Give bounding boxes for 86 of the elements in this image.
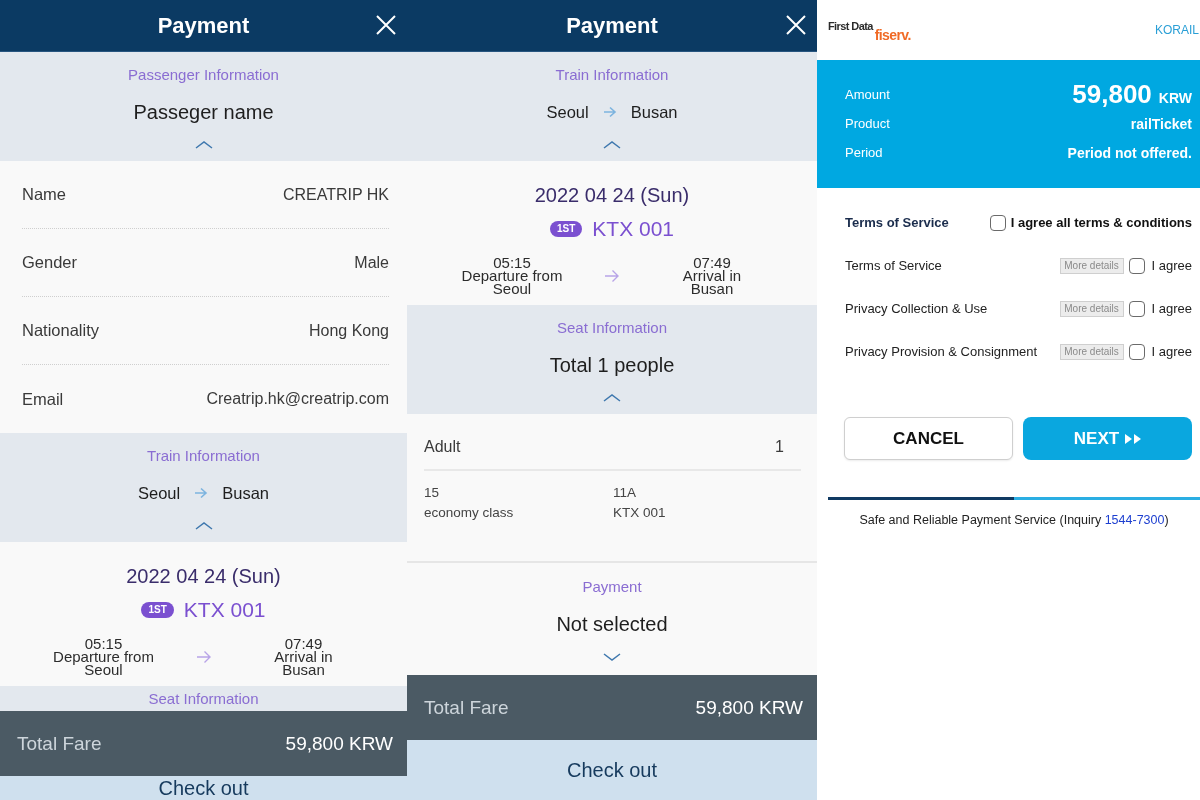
- class-tag: 1ST: [141, 602, 174, 618]
- station-label: Arrival in Busan: [682, 269, 742, 295]
- checkout-button[interactable]: Check out: [0, 776, 407, 800]
- section-label: Passenger Information: [128, 65, 279, 85]
- section-label: Train Information: [555, 65, 669, 85]
- train-number: KTX 001: [183, 597, 266, 623]
- total-label: Total Fare: [424, 696, 509, 719]
- field-label: Nationality: [22, 321, 100, 340]
- station-name: Busan: [630, 102, 678, 123]
- chevron-icon[interactable]: [603, 394, 621, 402]
- checkbox[interactable]: [1128, 257, 1145, 274]
- summary-label: Period: [845, 145, 883, 160]
- class-tag: 1ST: [549, 221, 583, 237]
- field-value: Male: [354, 253, 389, 272]
- total-amount: 59,800 KRW: [695, 696, 803, 719]
- footer-text: Safe and Reliable Payment Service (Inquiry 1544-7300): [858, 512, 1170, 529]
- passenger-count: 1: [775, 437, 784, 457]
- time-text: 05:15: [84, 637, 123, 650]
- double-triangle-icon: [1125, 433, 1142, 444]
- field-label: Email: [22, 389, 64, 409]
- section-value: Total 1 people: [549, 353, 675, 378]
- total-label: Total Fare: [17, 732, 102, 755]
- section-label: Seat Information: [556, 318, 668, 338]
- brand-logo-text: First Data: [828, 20, 873, 32]
- section-label: Payment: [582, 577, 642, 597]
- arrow-icon: [602, 106, 617, 118]
- close-icon[interactable]: [786, 15, 806, 35]
- travel-date: 2022 04 24 (Sun): [534, 183, 690, 208]
- chevron-icon[interactable]: [603, 653, 621, 661]
- summary-label: Amount: [845, 87, 890, 102]
- merchant-name: KORAIL: [1155, 23, 1199, 37]
- amount-value: 59,800: [1072, 80, 1152, 109]
- seat-info-text: 15: [424, 484, 441, 502]
- total-amount: 59,800 KRW: [285, 732, 393, 755]
- seat-info-text: 11A: [613, 484, 638, 502]
- field-value: Creatrip.hk@creatrip.com: [206, 390, 389, 408]
- field-label: Gender: [22, 253, 78, 272]
- time-text: 05:15: [493, 256, 531, 269]
- field-value: CREATRIP HK: [282, 185, 389, 204]
- time-text: 07:49: [284, 637, 323, 650]
- field-value: Hong Kong: [308, 321, 389, 340]
- phone-link[interactable]: 1544-7300: [1104, 513, 1165, 527]
- seat-info-text: KTX 001: [613, 504, 667, 522]
- agree-label: I agree: [1151, 301, 1192, 316]
- cancel-button[interactable]: CANCEL: [844, 417, 1013, 460]
- term-label: Privacy Provision & Consignment: [845, 344, 1038, 359]
- term-label: Terms of Service: [845, 258, 942, 273]
- station-label: Arrival in Busan: [274, 650, 333, 676]
- arrow-icon: [194, 487, 209, 499]
- travel-date: 2022 04 24 (Sun): [126, 564, 281, 589]
- arrow-icon: [195, 649, 212, 664]
- summary-value: Period not offered.: [1067, 144, 1192, 161]
- station-name: Seoul: [138, 483, 181, 504]
- station-name: Busan: [222, 483, 269, 504]
- chevron-icon[interactable]: [194, 141, 213, 149]
- brand-logo-subtext: fiserv.: [874, 28, 911, 42]
- train-number: KTX 001: [592, 216, 675, 242]
- agree-label: I agree all terms & conditions: [1010, 215, 1192, 230]
- term-label: Privacy Collection & Use: [845, 301, 988, 316]
- passenger-type: Adult: [424, 437, 461, 457]
- field-label: Name: [22, 185, 66, 204]
- checkout-button[interactable]: Check out: [407, 740, 817, 800]
- station-name: Seoul: [546, 102, 589, 123]
- screen-title: Payment: [566, 12, 658, 39]
- agree-label: I agree: [1151, 258, 1192, 273]
- terms-heading: Terms of Service: [845, 215, 949, 230]
- station-label: Departure from Seoul: [53, 650, 154, 676]
- station-label: Departure from Seoul: [461, 269, 563, 295]
- summary-label: Product: [845, 116, 890, 131]
- close-icon[interactable]: [376, 15, 396, 35]
- summary-value: railTicket: [1130, 115, 1192, 132]
- seat-info-text: economy class: [424, 504, 515, 522]
- chevron-icon[interactable]: [603, 141, 621, 149]
- section-label: Train Information: [147, 446, 260, 466]
- currency-unit: KRW: [1158, 90, 1192, 106]
- checkbox[interactable]: [1128, 343, 1145, 360]
- time-text: 07:49: [693, 256, 731, 269]
- agree-label: I agree: [1151, 344, 1192, 359]
- checkbox[interactable]: [1128, 300, 1145, 317]
- chevron-icon[interactable]: [194, 522, 213, 530]
- section-label: Seat Information: [148, 689, 259, 709]
- section-value: Passeger name: [133, 100, 274, 125]
- screen-title: Payment: [157, 12, 250, 39]
- arrow-icon: [604, 268, 620, 283]
- section-value: Not selected: [556, 612, 668, 637]
- checkbox[interactable]: [989, 214, 1006, 231]
